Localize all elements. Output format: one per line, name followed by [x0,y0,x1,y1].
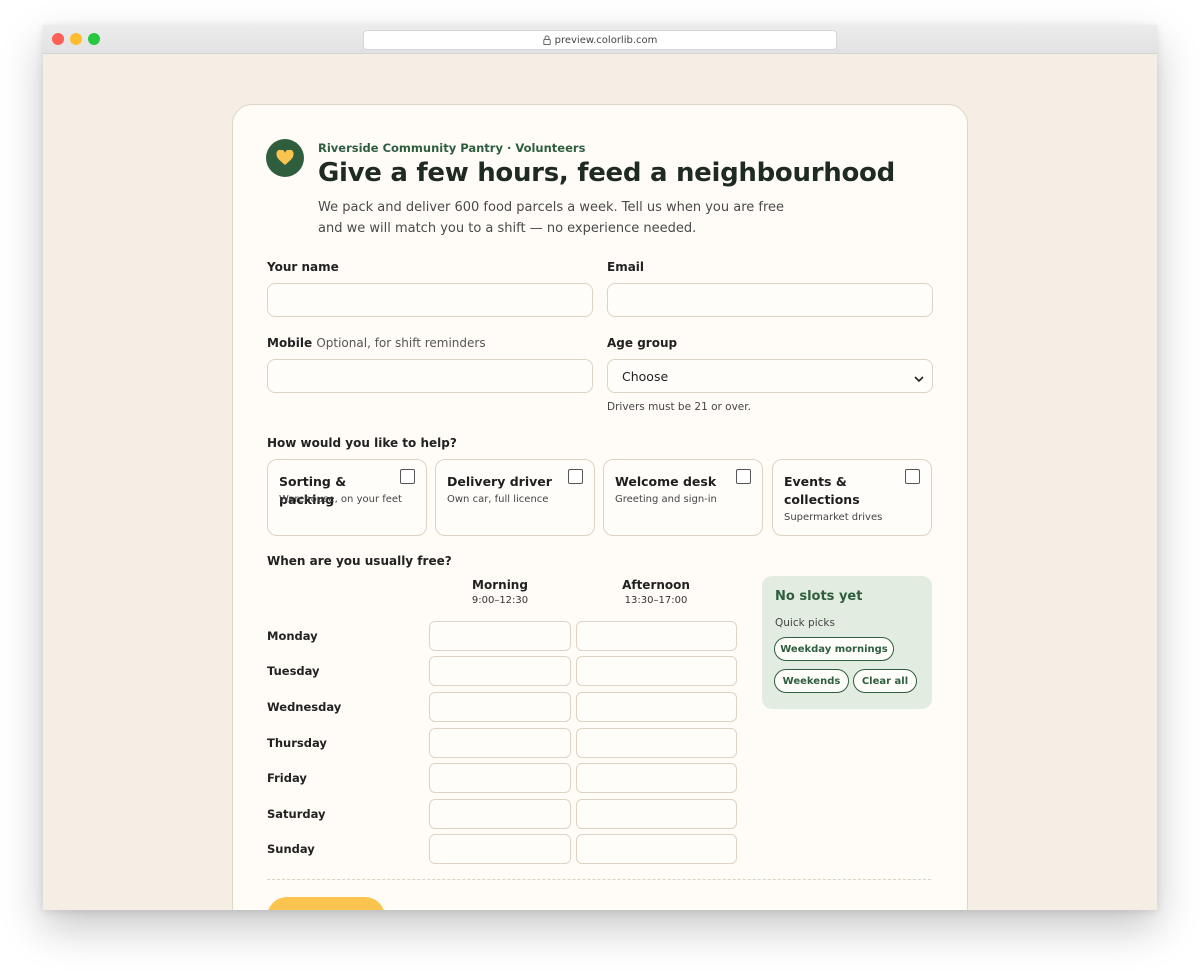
heart-logo-icon [266,139,304,177]
day-label-friday: Friday [267,771,307,785]
email-label: Email [607,260,645,274]
slot-sunday-afternoon[interactable] [576,834,737,864]
close-window-button[interactable] [52,33,64,45]
slot-tuesday-morning[interactable] [429,656,571,686]
slot-thursday-afternoon[interactable] [576,728,737,758]
column-header-afternoon: Afternoon [622,578,690,592]
slot-friday-morning[interactable] [429,763,571,793]
help-option-title: Delivery driver [447,474,552,489]
day-label-tuesday: Tuesday [267,664,320,678]
availability-question: When are you usually free? [267,554,452,568]
help-option-sub: Supermarket drives [784,512,883,523]
slot-saturday-morning[interactable] [429,799,571,829]
quick-picks-label: Quick picks [775,617,835,629]
name-input[interactable] [267,283,593,317]
maximize-window-button[interactable] [88,33,100,45]
slot-monday-morning[interactable] [429,621,571,651]
age-group-hint: Drivers must be 21 or over. [607,401,751,413]
day-label-wednesday: Wednesday [267,700,342,714]
day-label-thursday: Thursday [267,736,327,750]
help-question: How would you like to help? [267,436,457,450]
column-time-morning: 9:00–12:30 [471,595,529,606]
browser-window: preview.colorlib.com Riverside Community… [43,25,1157,910]
address-bar[interactable]: preview.colorlib.com [363,30,837,50]
help-option-sorting-packing[interactable]: Sorting & packing Warehouse, on your fee… [267,459,427,536]
weekday-mornings-button[interactable]: Weekday mornings [774,637,894,661]
browser-titlebar: preview.colorlib.com [43,25,1157,54]
mobile-optional-note: Optional, for shift reminders [316,336,486,350]
age-group-select[interactable]: Choose [607,359,933,393]
day-label-monday: Monday [267,629,318,643]
slot-summary-panel: No slots yet Quick picks Weekday morning… [762,576,932,709]
minimize-window-button[interactable] [70,33,82,45]
page-title: Give a few hours, feed a neighbourhood [318,158,895,188]
weekends-button[interactable]: Weekends [774,669,849,693]
slot-friday-afternoon[interactable] [576,763,737,793]
help-option-delivery-driver[interactable]: Delivery driver Own car, full licence [435,459,595,536]
age-group-label: Age group [607,336,678,350]
name-label: Your name [267,260,339,274]
volunteer-form-card: Riverside Community Pantry · Volunteers … [232,104,968,910]
day-label-sunday: Sunday [267,842,315,856]
lock-icon [542,35,551,45]
help-option-welcome-desk[interactable]: Welcome desk Greeting and sign-in [603,459,763,536]
slot-thursday-morning[interactable] [429,728,571,758]
checkbox[interactable] [568,469,583,484]
url-text: preview.colorlib.com [554,34,658,46]
slot-monday-afternoon[interactable] [576,621,737,651]
help-option-title: Events & collections [784,474,860,507]
organization-eyebrow: Riverside Community Pantry · Volunteers [318,141,586,155]
slot-saturday-afternoon[interactable] [576,799,737,829]
column-time-afternoon: 13:30–17:00 [624,595,688,606]
clear-all-button[interactable]: Clear all [853,669,917,693]
age-group-selected: Choose [622,368,669,384]
section-divider [267,879,931,880]
help-option-sub: Own car, full licence [447,494,549,505]
slot-wednesday-morning[interactable] [429,692,571,722]
slot-wednesday-afternoon[interactable] [576,692,737,722]
email-input[interactable] [607,283,933,317]
help-option-events-collections[interactable]: Events & collections Supermarket drives [772,459,932,536]
summary-title: No slots yet [775,589,863,604]
checkbox[interactable] [400,469,415,484]
mobile-label: Mobile Optional, for shift reminders [267,336,486,350]
slot-tuesday-afternoon[interactable] [576,656,737,686]
day-label-saturday: Saturday [267,807,326,821]
help-option-title: Welcome desk [615,474,717,489]
mobile-label-text: Mobile [267,336,313,350]
help-option-sub: Greeting and sign-in [615,494,717,505]
chevron-down-icon [914,371,924,386]
slot-sunday-morning[interactable] [429,834,571,864]
submit-button[interactable] [267,897,385,910]
mobile-input[interactable] [267,359,593,393]
checkbox[interactable] [905,469,920,484]
page-subtitle: We pack and deliver 600 food parcels a w… [318,200,785,236]
help-option-sub: Warehouse, on your feet [279,494,402,505]
column-header-morning: Morning [472,578,528,592]
checkbox[interactable] [736,469,751,484]
